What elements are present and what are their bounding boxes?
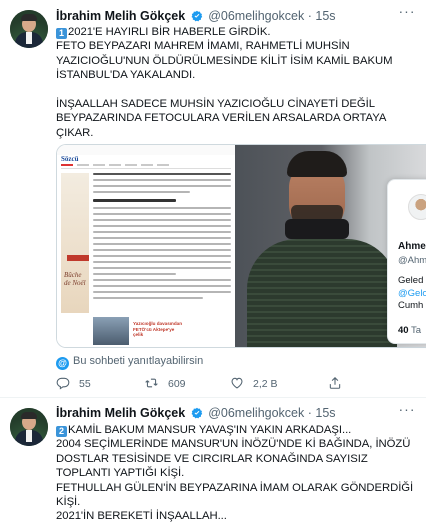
avatar[interactable] bbox=[10, 10, 48, 48]
verified-icon bbox=[191, 10, 203, 26]
separator-dot: · bbox=[307, 9, 312, 23]
reply-button[interactable]: 55 bbox=[56, 376, 91, 392]
tweet-header: İbrahim Melih Gökçek @06melihgokcek · 15… bbox=[56, 8, 336, 26]
profile-hover-card[interactable]: Ahme @Ahm Geled @Gelo Cumh 40 Ta bbox=[387, 179, 426, 344]
tweet-timestamp[interactable]: 15s bbox=[315, 9, 335, 23]
thumbnail-caption: Yazıcıoğlu davasından FETÖ'cü Aktepe'ye … bbox=[133, 321, 183, 337]
tweet-body: KAMİL BAKUM MANSUR YAVAŞ'IN YAKIN ARKADA… bbox=[56, 424, 414, 523]
article-screenshot-image[interactable]: Sözcü Bûche de Noël Yazıcıoğlu davasında… bbox=[57, 145, 235, 347]
mention-icon: @ bbox=[56, 357, 69, 370]
retweet-button[interactable]: 609 bbox=[144, 376, 186, 392]
tweet[interactable]: İbrahim Melih Gökçek @06melihgokcek · 15… bbox=[0, 398, 426, 524]
advertisement-image: Bûche de Noël bbox=[61, 173, 89, 313]
tweet[interactable]: İbrahim Melih Gökçek @06melihgokcek · 15… bbox=[0, 0, 426, 398]
tweet-media[interactable]: Sözcü Bûche de Noël Yazıcıoğlu davasında… bbox=[56, 144, 426, 348]
like-icon bbox=[231, 377, 243, 389]
article-thumbnail bbox=[93, 317, 129, 345]
conversation-notice: @ Bu sohbeti yanıtlayabilirsin bbox=[56, 355, 203, 370]
reply-icon bbox=[56, 377, 70, 390]
tweet-text: 2 KAMİL BAKUM MANSUR YAVAŞ'IN YAKIN ARKAD… bbox=[56, 423, 422, 524]
tweet-header: İbrahim Melih Gökçek @06melihgokcek · 15… bbox=[56, 405, 336, 423]
hover-card-bio: Geled @Gelo Cumh bbox=[398, 275, 426, 311]
avatar[interactable] bbox=[10, 408, 48, 446]
hover-card-handle: @Ahm bbox=[398, 255, 426, 266]
share-icon bbox=[329, 377, 341, 389]
tweet-body: 2021'E HAYIRLI BİR HABERLE GİRDİK. FETO … bbox=[56, 26, 393, 139]
author-name[interactable]: İbrahim Melih Gökçek bbox=[56, 9, 185, 23]
author-name[interactable]: İbrahim Melih Gökçek bbox=[56, 406, 185, 420]
number-badge: 2 bbox=[56, 426, 67, 437]
more-icon[interactable]: ··· bbox=[398, 402, 416, 418]
hover-card-bio-link[interactable]: @Gelo bbox=[398, 288, 426, 299]
hover-card-name[interactable]: Ahme bbox=[398, 241, 426, 252]
tweet-actions: 55 609 2,2 B bbox=[56, 376, 386, 392]
more-icon[interactable]: ··· bbox=[398, 4, 416, 20]
tweet-text: 1 2021'E HAYIRLI BİR HABERLE GİRDİK. FETO… bbox=[56, 25, 422, 140]
number-badge: 1 bbox=[56, 28, 67, 39]
separator-dot: · bbox=[307, 406, 312, 420]
author-handle[interactable]: @06melihgokcek bbox=[208, 9, 304, 23]
tweet-timestamp[interactable]: 15s bbox=[315, 406, 335, 420]
article-text-block bbox=[93, 173, 231, 303]
article-logo: Sözcü bbox=[61, 155, 79, 163]
share-button[interactable] bbox=[328, 376, 351, 392]
author-handle[interactable]: @06melihgokcek bbox=[208, 406, 304, 420]
verified-icon bbox=[191, 407, 203, 423]
hover-card-following[interactable]: 40 Ta bbox=[398, 325, 421, 336]
like-button[interactable]: 2,2 B bbox=[230, 376, 278, 392]
retweet-icon bbox=[145, 378, 158, 388]
hover-card-avatar[interactable] bbox=[408, 194, 426, 220]
advertisement-text: Bûche de Noël bbox=[64, 271, 86, 287]
